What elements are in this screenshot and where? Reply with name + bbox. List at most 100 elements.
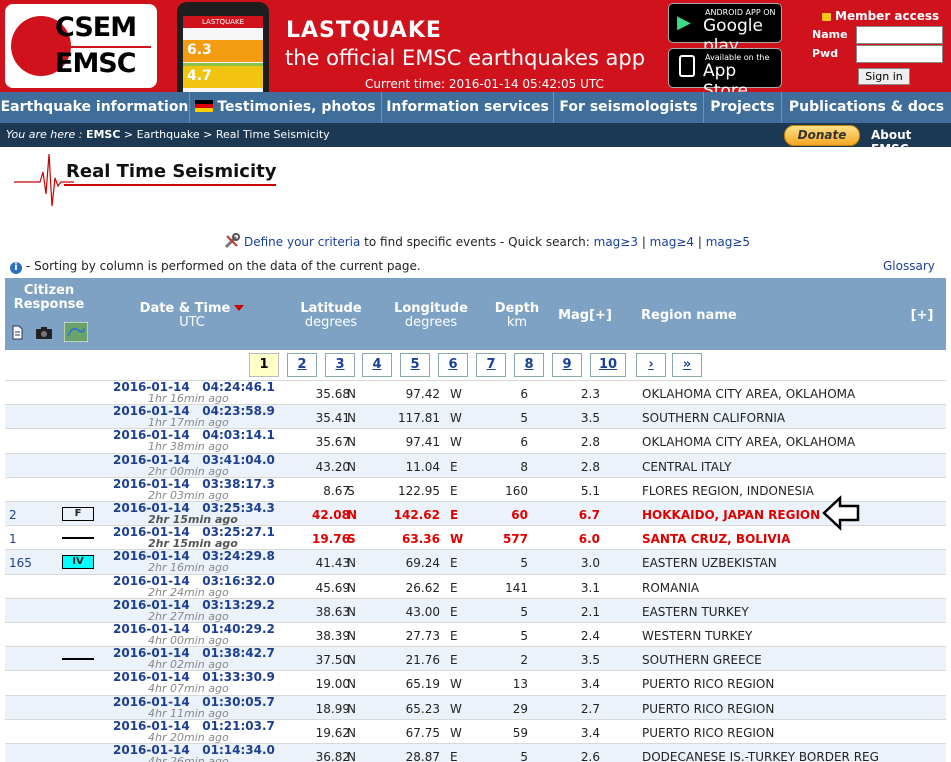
time-ago: 4hr 07min ago (148, 682, 229, 696)
table-row[interactable]: 2016-01-14 03:41:04.0 2hr 00min ago 43.20 N… (5, 452, 946, 478)
page-link-3[interactable]: 3 (325, 353, 355, 377)
table-row[interactable]: 2016-01-14 03:16:32.0 2hr 24min ago 45.69 N… (5, 573, 946, 599)
region-name: SOUTHERN GREECE (642, 653, 762, 668)
page-link-9[interactable]: 9 (552, 353, 582, 377)
citizen-response-count[interactable]: 1 (9, 532, 17, 546)
felt-badge[interactable]: F (62, 507, 94, 521)
longitude-value: 63.36 (402, 532, 440, 547)
table-row[interactable]: 2016-01-14 03:38:17.3 2hr 03min ago 8.67 S 1… (5, 476, 946, 502)
time-ago: 2hr 27min ago (148, 609, 229, 623)
google-play-button[interactable]: ▶ ANDROID APP ON Google play (668, 3, 782, 56)
latitude-hemisphere: S (347, 483, 355, 498)
latitude-hemisphere: N (347, 677, 356, 692)
table-row[interactable]: 2016-01-14 04:03:14.1 1hr 38min ago 35.67 N… (5, 428, 946, 453)
region-header[interactable]: Region name (641, 308, 741, 323)
page-link-12[interactable]: » (672, 353, 702, 377)
about-emsc-link[interactable]: About EMSC (871, 128, 951, 156)
depth-value: 5 (520, 556, 528, 571)
breadcrumb-sep-2: > (199, 128, 216, 141)
intensity-badge[interactable]: IV (62, 555, 94, 570)
mag-header[interactable]: Mag[+] (555, 308, 615, 323)
expand-columns-button[interactable]: [+] (907, 308, 937, 323)
nav-testimonies-photos[interactable]: Testimonies, photos (190, 92, 382, 123)
breadcrumb-emsc-link[interactable]: EMSC (86, 128, 120, 141)
phone-screen: LASTQUAKE 6.3 4.7 (183, 16, 263, 92)
depth-value: 160 (505, 483, 528, 498)
page-link-5[interactable]: 5 (400, 353, 430, 377)
name-input[interactable] (856, 26, 943, 44)
latitude-hemisphere: N (347, 459, 356, 474)
table-row[interactable]: 2 F 2016-01-14 03:25:34.3 2hr 15min ago 42.0… (5, 501, 946, 526)
page-link-4[interactable]: 4 (362, 353, 392, 377)
page-link-7[interactable]: 7 (476, 353, 506, 377)
nav-information-services[interactable]: Information services (382, 92, 554, 123)
page-link-11[interactable]: › (636, 353, 666, 377)
app-store-button[interactable]: Available on the App Store (668, 48, 782, 101)
criteria-text: to find specific events - Quick search: (360, 235, 594, 249)
citizen-response-count[interactable]: 2 (9, 508, 17, 522)
longitude-hemisphere: E (450, 483, 458, 498)
password-input[interactable] (856, 45, 943, 63)
page-link-10[interactable]: 10 (590, 353, 626, 377)
sort-down-icon[interactable] (234, 305, 245, 311)
table-row[interactable]: 2016-01-14 01:40:29.2 4hr 00min ago 38.39 N… (5, 622, 946, 647)
latitude-header[interactable]: Latitude degrees (291, 302, 371, 330)
wrench-icon (224, 233, 240, 249)
quick-search-mag4[interactable]: mag≥4 (650, 235, 694, 249)
table-row[interactable]: 2016-01-14 04:23:58.9 1hr 17min ago 35.41 N… (5, 404, 946, 430)
nav-for-seismologists[interactable]: For seismologists (554, 92, 704, 123)
nav-testimonies-label: Testimonies, photos (217, 99, 376, 115)
table-row[interactable]: 2016-01-14 01:21:03.7 4hr 20min ago 19.62 N… (5, 718, 946, 744)
table-row[interactable]: 1 2016-01-14 03:25:27.1 2hr 15min ago 19.76… (5, 525, 946, 550)
glossary-link[interactable]: Glossary (883, 259, 935, 273)
define-criteria-link[interactable]: Define your criteria (244, 235, 360, 249)
document-icon[interactable] (12, 325, 23, 340)
depth-header[interactable]: Depth km (489, 302, 545, 330)
table-row[interactable]: 2016-01-14 01:14:34.0 4hr 26min ago 36.82 N… (5, 743, 946, 762)
donate-button[interactable]: Donate (784, 125, 860, 146)
page-link-6[interactable]: 6 (438, 353, 468, 377)
play-store-icon: ▶ (677, 12, 691, 33)
depth-value: 13 (512, 677, 528, 692)
region-name: DODECANESE IS.-TURKEY BORDER REG (642, 750, 879, 762)
camera-icon[interactable] (36, 327, 52, 339)
latitude-hemisphere: N (347, 750, 356, 762)
arrow-left-icon (822, 495, 860, 531)
latitude-value: 35.68 (315, 387, 350, 401)
no-intensity-dash (62, 537, 94, 540)
magnitude-value: 3.5 (580, 411, 600, 426)
table-row[interactable]: 2016-01-14 04:24:46.1 1hr 16min ago 35.68 N… (5, 380, 946, 405)
nav-earthquake-information[interactable]: Earthquake information (0, 92, 190, 123)
latitude-value: 38.63 (315, 604, 350, 619)
map-icon[interactable] (64, 322, 88, 342)
quick-search-mag3[interactable]: mag≥3 (594, 235, 638, 249)
breadcrumb: You are here : EMSC > Earthquake > Real … (6, 128, 330, 141)
page-link-2[interactable]: 2 (287, 353, 317, 377)
table-row[interactable]: 2016-01-14 01:30:05.7 4hr 11min ago 18.99 N… (5, 694, 946, 720)
page-link-8[interactable]: 8 (514, 353, 544, 377)
app-title: LASTQUAKE (286, 18, 442, 43)
quick-search-mag5[interactable]: mag≥5 (706, 235, 750, 249)
csem-emsc-logo[interactable]: CSEM EMSC (5, 4, 157, 88)
depth-value: 5 (520, 629, 528, 643)
longitude-value: 117.81 (398, 411, 440, 426)
nav-projects[interactable]: Projects (704, 92, 782, 123)
depth-value: 6 (520, 387, 528, 401)
depth-value: 2 (520, 653, 528, 668)
longitude-header[interactable]: Longitude degrees (388, 302, 474, 330)
nav-publications-docs[interactable]: Publications & docs (782, 92, 951, 123)
table-row[interactable]: 2016-01-14 01:33:30.9 4hr 07min ago 19.00 N… (5, 670, 946, 695)
table-row[interactable]: 2016-01-14 03:13:29.2 2hr 27min ago 38.63 N… (5, 597, 946, 623)
table-row[interactable]: 2016-01-14 01:38:42.7 4hr 02min ago 37.50 N… (5, 646, 946, 672)
response-label: Response (13, 297, 85, 312)
longitude-value: 65.23 (405, 701, 440, 716)
latitude-hemisphere: N (347, 653, 356, 668)
datetime-header[interactable]: Date & Time UTC (123, 302, 261, 330)
breadcrumb-earthquake-link[interactable]: Earthquake (137, 128, 200, 141)
sign-in-button[interactable]: Sign in (858, 68, 910, 85)
citizen-response-count[interactable]: 165 (9, 556, 32, 570)
depth-value: 60 (511, 508, 528, 522)
magnitude-value: 2.7 (580, 701, 600, 716)
latitude-value: 45.69 (315, 580, 350, 595)
table-row[interactable]: 165 IV 2016-01-14 03:24:29.8 2hr 16min ago 4… (5, 549, 946, 575)
